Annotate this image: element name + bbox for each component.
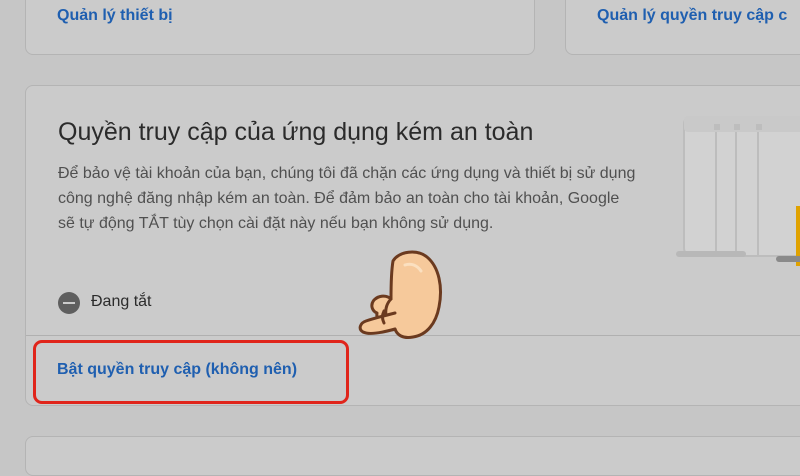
access-management-card: Quản lý quyền truy cập c [565,0,800,55]
enable-less-secure-access-link[interactable]: Bật quyền truy cập (không nên) [57,361,297,379]
enable-access-highlight: Bật quyền truy cập (không nên) [33,340,349,404]
section-description: Để bảo vệ tài khoản của bạn, chúng tôi đ… [58,165,636,232]
next-card [25,436,800,476]
device-management-card: Quản lý thiết bị [25,0,535,55]
minus-circle-icon [58,292,80,314]
security-illustration [676,116,800,266]
status-text: Đang tắt [91,293,152,310]
pointing-hand-icon [358,250,442,339]
section-title: Quyền truy cập của ứng dụng kém an toàn [58,118,534,146]
manage-access-link[interactable]: Quản lý quyền truy cập c [597,7,787,25]
manage-devices-link[interactable]: Quản lý thiết bị [57,7,173,25]
